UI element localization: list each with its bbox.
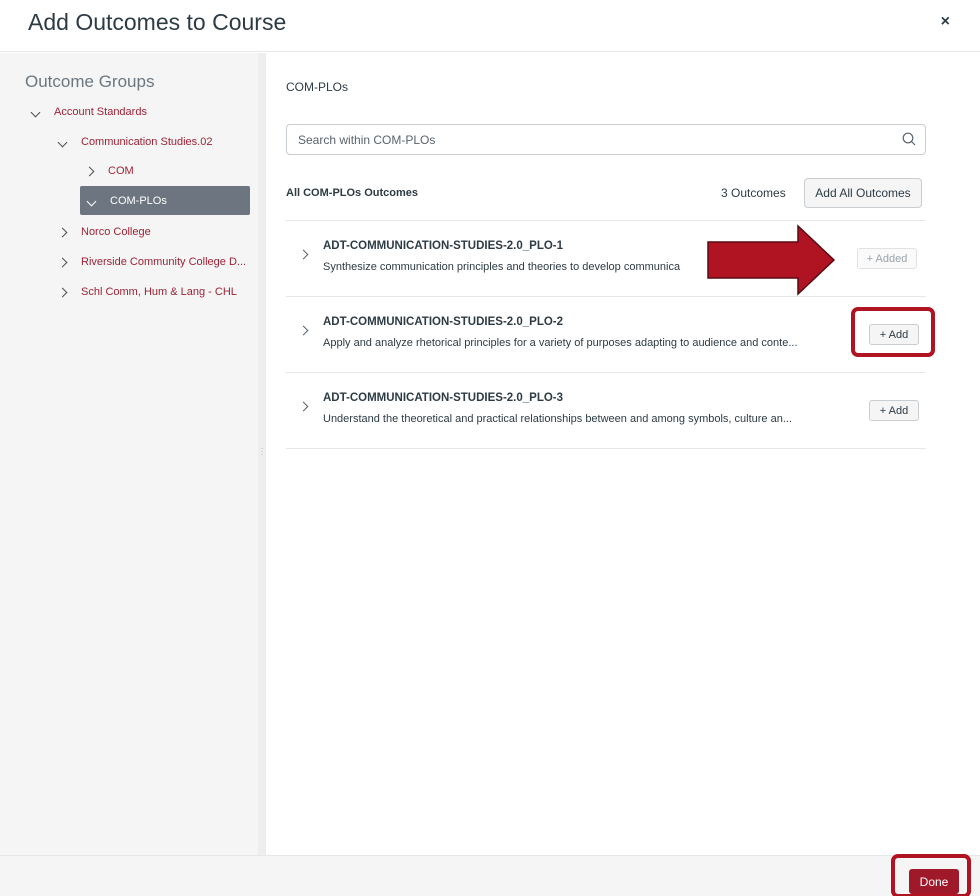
add-outcome-button[interactable]: + Add <box>869 400 919 421</box>
outcome-row: ADT-COMMUNICATION-STUDIES-2.0_PLO-2 Appl… <box>286 297 926 372</box>
chevron-down-icon <box>57 135 81 149</box>
search-input[interactable] <box>287 125 887 154</box>
tree-item-label: Schl Comm, Hum & Lang - CHL <box>81 286 237 298</box>
outcomes-main-panel: COM-PLOs All COM-PLOs Outcomes 3 Outcome… <box>266 53 980 855</box>
drag-handle-icon[interactable]: · · · <box>258 444 266 459</box>
group-name: COM-PLOs <box>286 80 349 94</box>
modal-header: Add Outcomes to Course × <box>0 0 980 52</box>
search-icon[interactable] <box>902 132 916 146</box>
annotation-highlight-add <box>851 307 935 357</box>
tree-item-norco-college[interactable]: Norco College <box>57 221 151 243</box>
outcome-title: ADT-COMMUNICATION-STUDIES-2.0_PLO-1 <box>323 240 564 252</box>
outcome-groups-sidebar: Outcome Groups Account Standards Communi… <box>0 53 258 855</box>
outcome-title: ADT-COMMUNICATION-STUDIES-2.0_PLO-3 <box>323 392 564 404</box>
divider <box>286 448 926 449</box>
tree-item-communication-studies[interactable]: Communication Studies.02 <box>57 131 213 153</box>
tree-item-label: COM-PLOs <box>110 194 167 207</box>
tree-item-label: Account Standards <box>54 106 147 118</box>
tree-item-account-standards[interactable]: Account Standards <box>30 101 147 123</box>
add-all-outcomes-button[interactable]: Add All Outcomes <box>804 178 922 208</box>
outcome-description: Apply and analyze rhetorical principles … <box>323 337 798 349</box>
chevron-right-icon <box>57 255 81 269</box>
chevron-right-icon[interactable] <box>298 397 309 415</box>
tree-item-label: Communication Studies.02 <box>81 136 213 148</box>
outcomes-list-header: All COM-PLOs Outcomes 3 Outcomes Add All… <box>286 178 926 208</box>
chevron-right-icon[interactable] <box>298 321 309 339</box>
added-button[interactable]: + Added <box>857 248 917 269</box>
annotation-arrow-icon <box>707 224 836 296</box>
chevron-down-icon <box>30 105 54 119</box>
chevron-right-icon[interactable] <box>298 245 309 263</box>
tree-item-label: Norco College <box>81 226 151 238</box>
tree-item-schl-comm[interactable]: Schl Comm, Hum & Lang - CHL <box>57 281 237 303</box>
tree-item-riverside-community-college[interactable]: Riverside Community College D... <box>57 251 247 273</box>
tree-item-label: COM <box>108 165 134 177</box>
chevron-right-icon <box>57 285 81 299</box>
modal-footer <box>0 855 980 896</box>
chevron-right-icon <box>57 225 81 239</box>
outcome-title: ADT-COMMUNICATION-STUDIES-2.0_PLO-2 <box>323 316 564 328</box>
chevron-down-icon <box>86 194 110 208</box>
outcome-row: ADT-COMMUNICATION-STUDIES-2.0_PLO-3 Unde… <box>286 373 926 448</box>
outcome-count: 3 Outcomes <box>721 186 786 200</box>
done-button[interactable]: Done <box>909 869 959 894</box>
close-icon[interactable]: × <box>941 13 950 31</box>
search-box <box>286 124 926 155</box>
modal-title: Add Outcomes to Course <box>28 9 287 35</box>
chevron-right-icon <box>84 164 108 178</box>
tree-item-com[interactable]: COM <box>84 160 134 182</box>
tree-item-com-plos[interactable]: COM-PLOs <box>80 186 250 215</box>
tree-item-label: Riverside Community College D... <box>81 256 247 268</box>
outcome-description: Understand the theoretical and practical… <box>323 413 792 425</box>
sidebar-title: Outcome Groups <box>25 72 155 91</box>
list-heading: All COM-PLOs Outcomes <box>286 187 419 199</box>
